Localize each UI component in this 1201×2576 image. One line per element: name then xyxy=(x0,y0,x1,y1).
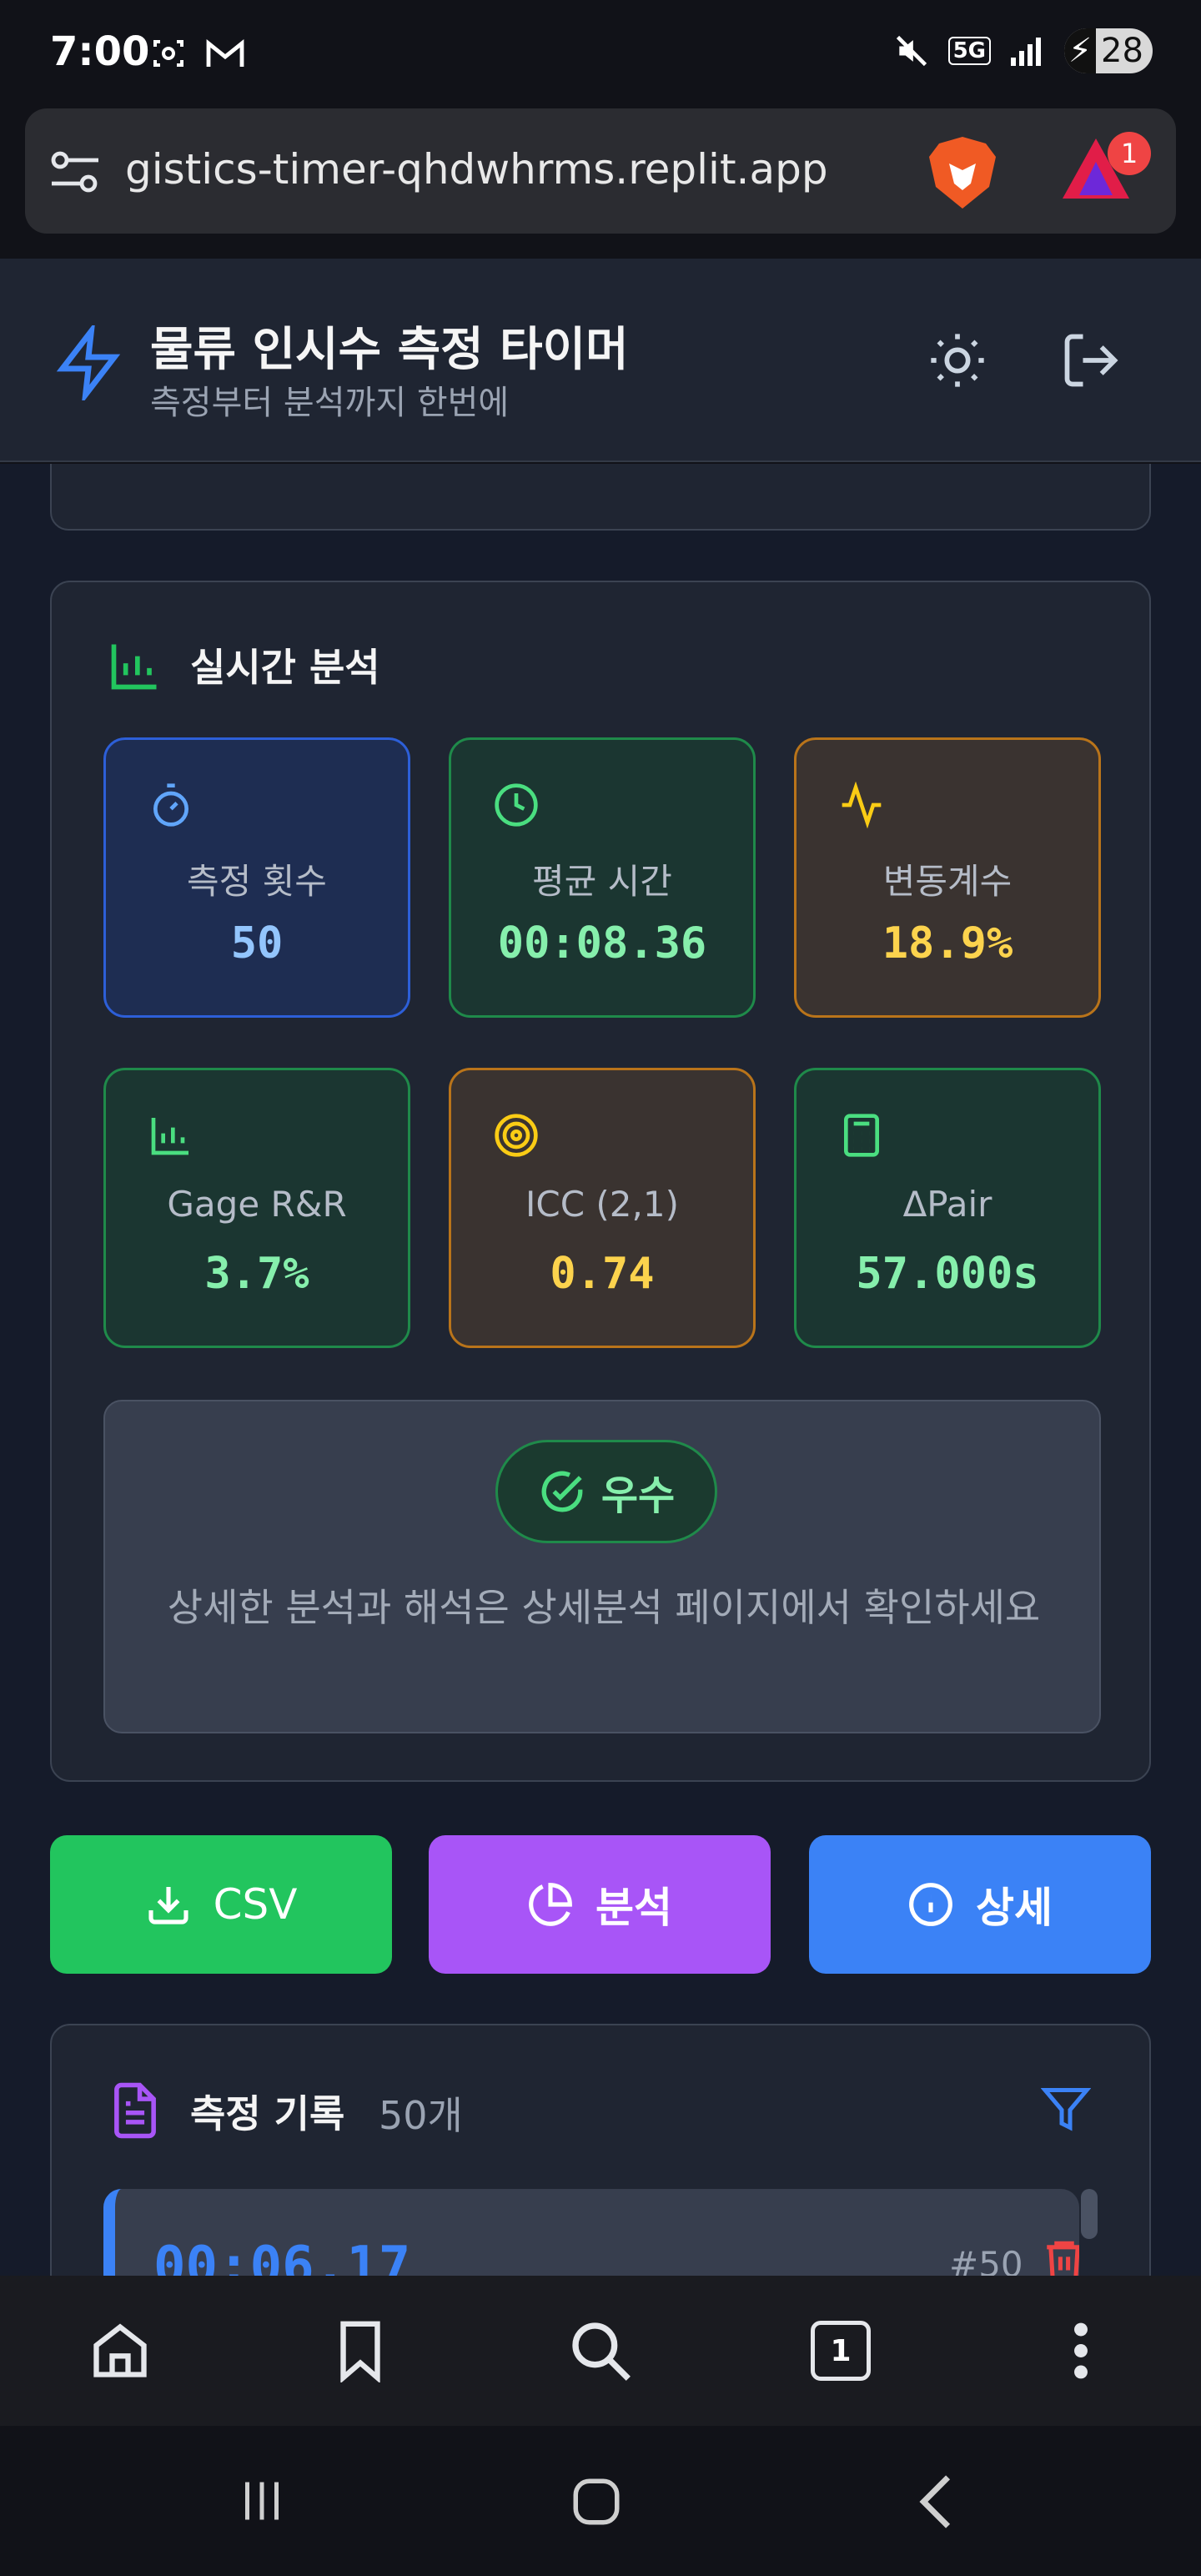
trash-icon[interactable] xyxy=(1041,2236,1079,2276)
detail-button[interactable]: 상세 xyxy=(809,1835,1151,1974)
metric-label: ΔPair xyxy=(902,1184,992,1225)
verdict-box: 우수 상세한 분석과 해석은 상세분석 페이지에서 확인하세요 xyxy=(103,1400,1101,1733)
home-icon xyxy=(93,2323,147,2377)
bookmarks-button[interactable] xyxy=(310,2301,410,2401)
verdict-note: 상세한 분석과 해석은 상세분석 페이지에서 확인하세요 xyxy=(167,1585,1041,1630)
app-header: 물류 인시수 측정 타이머 측정부터 분석까지 한번에 xyxy=(0,259,1201,462)
metric-value: 18.9% xyxy=(882,918,1013,969)
verdict-label: 우수 xyxy=(600,1472,676,1519)
tab-count: 1 xyxy=(811,2321,871,2381)
download-icon xyxy=(148,1887,188,1924)
rewards-badge: 1 xyxy=(1108,132,1151,175)
theme-toggle-sun-icon[interactable] xyxy=(926,329,989,392)
status-right-icons: 5G ⚡ 28 xyxy=(893,28,1153,73)
metric-value: 57.000s xyxy=(856,1249,1039,1299)
records-title: 측정 기록 xyxy=(190,2091,345,2136)
lightning-icon xyxy=(56,325,121,400)
metric-value: 0.74 xyxy=(550,1249,655,1299)
record-time: 00:06.17 xyxy=(153,2236,411,2276)
metric-value: 50 xyxy=(230,918,284,969)
menu-button[interactable] xyxy=(1031,2301,1131,2401)
metric-label: ICC (2,1) xyxy=(525,1184,679,1225)
metric-label: 측정 횟수 xyxy=(187,861,327,902)
metric-label: Gage R&R xyxy=(167,1184,347,1225)
activity-icon xyxy=(842,782,882,828)
bar-chart-icon xyxy=(151,1118,188,1155)
detail-button-label: 상세 xyxy=(976,1884,1053,1932)
metric-card-count: 측정 횟수 50 xyxy=(103,737,410,1018)
app-subtitle: 측정부터 분석까지 한번에 xyxy=(150,384,510,422)
url-text[interactable]: gistics-timer-qhdwhrms.replit.app xyxy=(125,145,926,194)
pie-chart-icon xyxy=(529,1883,572,1926)
network-label: 5G xyxy=(947,37,991,65)
site-settings-icon[interactable] xyxy=(48,147,102,197)
more-vertical-icon xyxy=(1074,2322,1088,2379)
records-count: 50개 xyxy=(379,2093,463,2138)
section-title: 실시간 분석 xyxy=(190,645,380,690)
metric-card-cv: 변동계수 18.9% xyxy=(794,737,1101,1018)
app-title: 물류 인시수 측정 타이머 xyxy=(150,323,629,377)
csv-button-label: CSV xyxy=(213,1880,298,1929)
brave-shields-icon[interactable] xyxy=(926,133,1001,212)
system-nav-bar xyxy=(0,2426,1201,2576)
logout-icon[interactable] xyxy=(1059,329,1123,392)
recent-apps-icon[interactable] xyxy=(237,2476,287,2526)
signal-icon xyxy=(1011,38,1041,66)
mute-icon xyxy=(896,35,927,67)
charging-icon: ⚡ xyxy=(1064,28,1096,73)
status-bar: 7:00 5G ⚡ 28 xyxy=(0,0,1201,107)
main-content: 실시간 분석 측정 횟수 50 평균 시간 00:08.36 변동계수 18.9… xyxy=(0,464,1201,2276)
tabs-button[interactable]: 1 xyxy=(791,2301,891,2401)
record-number: #50 xyxy=(949,2244,1023,2276)
search-button[interactable] xyxy=(550,2301,651,2401)
clock-icon xyxy=(495,783,538,827)
battery-indicator: ⚡ 28 xyxy=(1064,28,1153,73)
stopwatch-icon xyxy=(153,783,188,827)
status-notification-icons xyxy=(148,33,247,73)
home-button[interactable] xyxy=(70,2301,170,2401)
calculator-icon xyxy=(844,1114,879,1157)
verdict-badge: 우수 xyxy=(495,1440,717,1543)
previous-card xyxy=(50,464,1151,531)
csv-download-button[interactable]: CSV xyxy=(50,1835,392,1974)
browser-bottom-nav: 1 xyxy=(0,2276,1201,2426)
bar-chart-icon xyxy=(111,644,157,690)
home-system-icon[interactable] xyxy=(569,2474,624,2529)
metric-card-average: 평균 시간 00:08.36 xyxy=(449,737,756,1018)
screenshot-icon xyxy=(153,40,183,67)
metric-card-icc: ICC (2,1) 0.74 xyxy=(449,1068,756,1348)
metric-label: 변동계수 xyxy=(882,861,1013,902)
back-icon[interactable] xyxy=(911,2473,961,2531)
filter-icon[interactable] xyxy=(1041,2084,1091,2134)
record-item[interactable]: 00:06.17 #50 xyxy=(103,2189,1079,2276)
metric-card-gage-rr: Gage R&R 3.7% xyxy=(103,1068,410,1348)
check-circle-icon xyxy=(541,1471,583,1512)
analysis-button-label: 분석 xyxy=(595,1884,672,1932)
metric-card-delta-pair: ΔPair 57.000s xyxy=(794,1068,1101,1348)
url-bar[interactable]: gistics-timer-qhdwhrms.replit.app xyxy=(25,108,1176,234)
info-icon xyxy=(909,1883,952,1926)
target-icon xyxy=(495,1114,538,1157)
battery-level: 28 xyxy=(1101,32,1143,70)
analysis-button[interactable]: 분석 xyxy=(429,1835,771,1974)
search-icon xyxy=(572,2322,631,2381)
records-card: 측정 기록 50개 00:06.17 #50 xyxy=(50,2024,1151,2276)
metric-value: 00:08.36 xyxy=(497,918,707,969)
gmail-icon xyxy=(206,39,244,67)
scrollbar[interactable] xyxy=(1081,2189,1098,2239)
document-icon xyxy=(114,2082,156,2139)
metric-label: 평균 시간 xyxy=(532,861,672,902)
status-time: 7:00 xyxy=(50,28,150,75)
metric-value: 3.7% xyxy=(204,1249,309,1299)
realtime-analysis-card: 실시간 분석 측정 횟수 50 평균 시간 00:08.36 변동계수 18.9… xyxy=(50,581,1151,1782)
bookmark-icon xyxy=(340,2321,380,2382)
